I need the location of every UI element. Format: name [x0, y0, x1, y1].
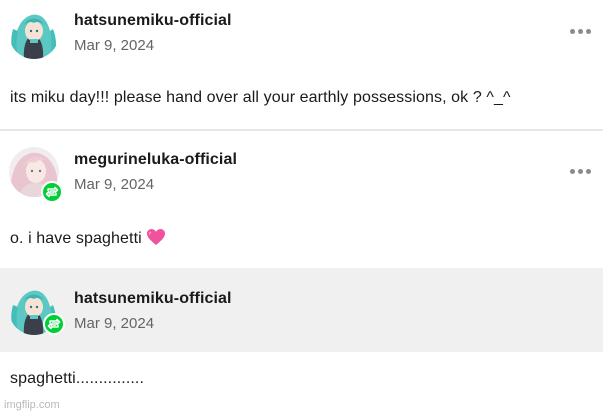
more-options-icon[interactable] — [568, 168, 594, 176]
more-options-icon[interactable] — [568, 28, 594, 36]
pink-heart-icon — [146, 228, 166, 251]
post-date[interactable]: Mar 9, 2024 — [74, 37, 154, 54]
post-header: megurineluka-official Mar 9, 2024 — [0, 139, 603, 203]
post-date[interactable]: Mar 9, 2024 — [74, 176, 154, 193]
post-text: o. i have spaghetti — [10, 228, 166, 251]
reblog-badge-icon — [43, 313, 65, 335]
post-3: hatsunemiku-official Mar 9, 2024 spaghet… — [0, 268, 603, 414]
avatar[interactable] — [9, 9, 59, 59]
reblog-badge-icon — [41, 181, 63, 203]
post-2: megurineluka-official Mar 9, 2024 o. i h… — [0, 131, 603, 267]
username[interactable]: megurineluka-official — [74, 151, 237, 169]
post-text: its miku day!!! please hand over all you… — [10, 89, 511, 106]
post-date[interactable]: Mar 9, 2024 — [74, 315, 154, 332]
post-text-content: o. i have spaghetti — [10, 230, 142, 247]
post-header: hatsunemiku-official Mar 9, 2024 — [0, 268, 603, 352]
post-1: hatsunemiku-official Mar 9, 2024 its mik… — [0, 0, 603, 130]
username[interactable]: hatsunemiku-official — [74, 12, 232, 30]
post-text: spaghetti............... — [10, 370, 145, 387]
username[interactable]: hatsunemiku-official — [74, 290, 232, 308]
post-header: hatsunemiku-official Mar 9, 2024 — [0, 0, 603, 64]
watermark: imgflip.com — [4, 399, 60, 411]
miku-avatar-icon — [9, 9, 59, 59]
